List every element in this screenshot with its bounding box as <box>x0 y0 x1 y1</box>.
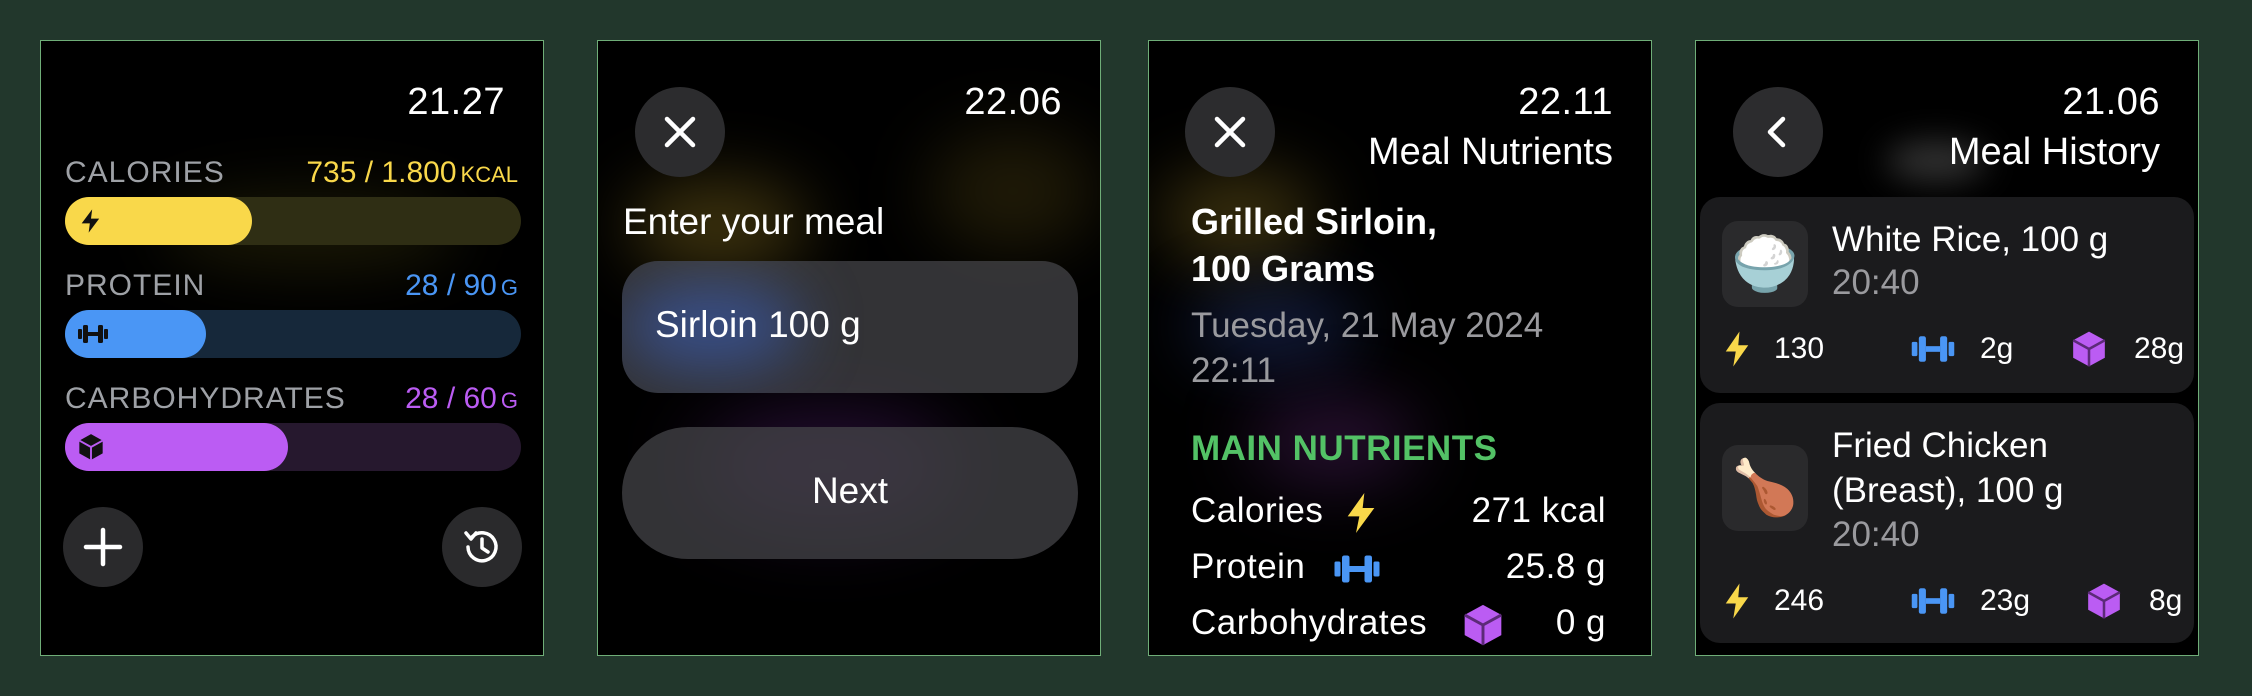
screen-title: Meal History <box>1948 131 2160 173</box>
meal-date: Tuesday, 21 May 2024 <box>1191 306 1544 345</box>
nutrient-name: Carbohydrates <box>1191 603 1428 642</box>
dashboard-screen: 21.27 CALORIES 735 / 1.800 KCAL PROTEIN 2… <box>40 40 544 656</box>
carbohydrates-value: 28 / 60 G <box>405 382 518 415</box>
chevron-left-icon <box>1767 116 1786 148</box>
rice-icon: 🍚 <box>1722 221 1808 307</box>
clock: 22.06 <box>964 81 1062 123</box>
carbohydrates-progress-fill <box>65 423 289 471</box>
meal-name: White Rice, 100 g <box>1832 217 2108 262</box>
section-header: MAIN NUTRIENTS <box>1191 429 1498 468</box>
meal-name-line-1: Grilled Sirloin, <box>1191 201 1438 242</box>
protein-value: 28 / 90 G <box>405 269 518 302</box>
meal-time: 22:11 <box>1191 351 1276 390</box>
calories-label: CALORIES <box>65 156 225 189</box>
chicken-icon: 🍗 <box>1722 445 1808 531</box>
cube-icon <box>1463 604 1503 646</box>
nutrient-value: 271 kcal <box>1471 491 1606 530</box>
nutrient-row-calories: Calories 271 kcal <box>1191 491 1606 537</box>
meal-name-line-1: Fried Chicken <box>1832 426 2048 465</box>
history-button[interactable] <box>442 507 522 587</box>
calories-value: 735 / 1.800 KCAL <box>306 156 518 189</box>
carbohydrates-label: CARBOHYDRATES <box>65 382 346 415</box>
calories-progress-bar <box>65 197 521 245</box>
add-meal-button[interactable] <box>63 507 143 587</box>
nutrient-value: 0 g <box>1555 603 1606 642</box>
meal-time: 20:40 <box>1832 263 1920 302</box>
history-icon <box>464 531 498 563</box>
nutrient-row-carbohydrates: Carbohydrates 0 g <box>1191 603 1606 649</box>
meal-name: Fried Chicken (Breast), 100 g <box>1832 423 2064 513</box>
meal-name-line-1: White Rice, 100 g <box>1832 220 2109 259</box>
dumbbell-icon <box>1911 588 1955 614</box>
nutrient-name: Calories <box>1191 491 1324 530</box>
meal-history-item[interactable]: 🍗 Fried Chicken (Breast), 100 g 20:40 24… <box>1700 403 2194 643</box>
close-icon <box>1214 116 1246 148</box>
lightning-icon <box>1347 493 1375 533</box>
screen-title: Meal Nutrients <box>1368 131 1613 173</box>
glow <box>928 131 1098 251</box>
meal-name-line-2: 100 Grams <box>1191 248 1376 289</box>
protein-progress-fill <box>65 310 207 358</box>
plus-icon <box>83 527 123 567</box>
calories-progress-fill <box>65 197 252 245</box>
lightning-icon <box>1725 583 1749 619</box>
meal-time: 20:40 <box>1832 515 1920 554</box>
clock: 21.27 <box>407 81 505 123</box>
clock: 22.11 <box>1518 81 1613 123</box>
meal-history-screen: 21.06 Meal History 🍚 White Rice, 100 g 2… <box>1695 40 2199 656</box>
nutrient-value: 25.8 g <box>1505 547 1606 586</box>
close-button[interactable] <box>635 87 725 177</box>
dumbbell-icon <box>1334 555 1380 583</box>
meal-input-field[interactable]: Sirloin 100 g <box>622 261 1078 393</box>
cube-icon <box>2072 331 2106 367</box>
dumbbell-icon <box>1911 336 1955 362</box>
next-button-label: Next <box>811 470 889 511</box>
cube-icon <box>78 434 104 460</box>
meal-history-item[interactable]: 🍚 White Rice, 100 g 20:40 130 2g 28g <box>1700 197 2194 393</box>
close-icon <box>664 116 696 148</box>
enter-meal-screen: 22.06 Enter your meal Sirloin 100 g Next <box>597 40 1101 656</box>
nutrient-name: Protein <box>1191 547 1306 586</box>
protein-label: PROTEIN <box>65 269 206 302</box>
back-button[interactable] <box>1733 87 1823 177</box>
lightning-icon <box>81 209 100 233</box>
lightning-icon <box>1725 331 1749 367</box>
clock: 21.06 <box>2062 81 2160 123</box>
close-button[interactable] <box>1185 87 1275 177</box>
dumbbell-icon <box>78 325 108 343</box>
carbohydrates-progress-bar <box>65 423 521 471</box>
nutrient-row-protein: Protein 25.8 g <box>1191 547 1606 593</box>
cube-icon <box>2087 583 2121 619</box>
next-button[interactable]: Next <box>622 427 1078 559</box>
meal-name: Grilled Sirloin, 100 Grams <box>1191 198 1437 292</box>
meal-datetime: Tuesday, 21 May 2024 22:11 <box>1191 303 1543 393</box>
meal-nutrients-screen: 22.11 Meal Nutrients Grilled Sirloin, 10… <box>1148 40 1652 656</box>
meal-name-line-2: (Breast), 100 g <box>1832 471 2064 510</box>
meal-prompt: Enter your meal <box>623 201 885 242</box>
protein-progress-bar <box>65 310 521 358</box>
meal-input-value: Sirloin 100 g <box>655 304 861 345</box>
